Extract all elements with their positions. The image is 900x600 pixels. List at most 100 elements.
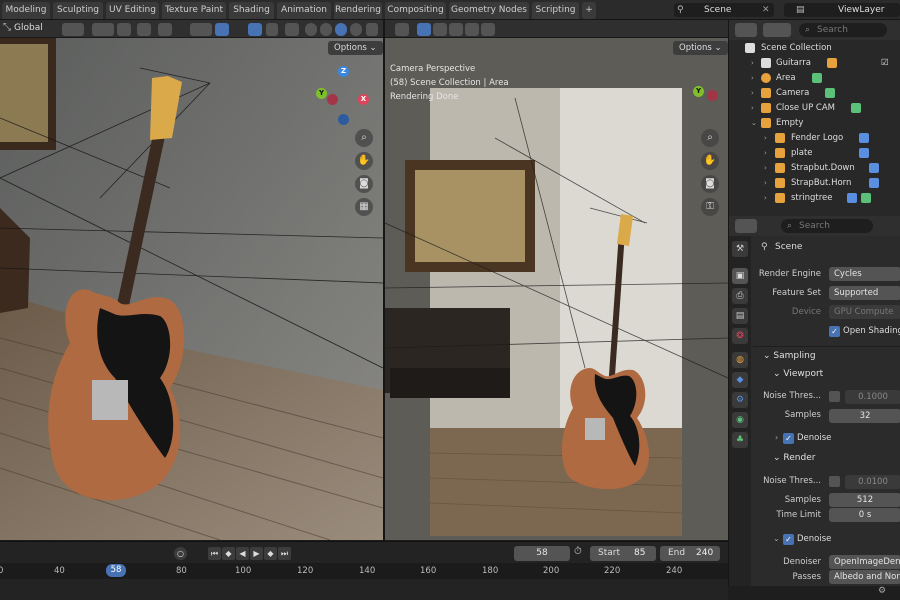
select-new-button[interactable]	[417, 23, 431, 36]
play-button[interactable]: ▶	[250, 547, 263, 560]
feature-set-dropdown[interactable]: Supported	[829, 286, 900, 300]
outliner-row-plate[interactable]: › plate	[729, 146, 900, 161]
snap-toggle[interactable]	[92, 23, 114, 36]
outliner-row-camera[interactable]: › Camera	[729, 86, 900, 101]
auto-keying-button[interactable]: ○	[174, 547, 187, 560]
viewport-samples-field[interactable]: 32	[829, 409, 900, 423]
tab-animation[interactable]: Animation	[277, 2, 331, 19]
render-subpanel-header[interactable]: ⌄ Render	[773, 450, 815, 467]
outliner-row-stringtree[interactable]: › stringtree	[729, 191, 900, 206]
shading-options-dropdown[interactable]	[366, 23, 378, 36]
modifier-tab-icon[interactable]: ⚙	[732, 392, 748, 408]
render-samples-field[interactable]: 512	[829, 493, 900, 507]
passes-dropdown[interactable]: Albedo and Nor...	[829, 570, 900, 584]
data-tab-icon[interactable]: ◉	[732, 412, 748, 428]
orientation-dropdown[interactable]: Global	[14, 20, 58, 37]
render-denoise-checkbox[interactable]: ✓	[783, 534, 794, 545]
outliner-row-area[interactable]: › Area	[729, 71, 900, 86]
output-tab-icon[interactable]: ⎙	[732, 288, 748, 304]
proportional-edit-button[interactable]	[137, 23, 151, 36]
outliner-row-guitarra[interactable]: › Guitarra ☑	[729, 56, 900, 71]
shading-material-button[interactable]	[335, 23, 347, 36]
visibility-button[interactable]	[190, 23, 212, 36]
zoom-icon[interactable]: ⌕	[355, 129, 373, 147]
jump-keyframe-back-button[interactable]: ◆	[222, 547, 235, 560]
view-layer-selector[interactable]: ▤ ViewLayer	[784, 3, 900, 17]
gizmo-neg-x[interactable]	[327, 94, 338, 105]
add-workspace-button[interactable]: +	[582, 2, 596, 19]
playhead-marker[interactable]: 58	[106, 564, 126, 577]
expand-arrow-icon[interactable]: ›	[751, 86, 754, 101]
pan-hand-icon-right[interactable]: ✋	[701, 152, 719, 170]
outliner-row-strapbut-horn[interactable]: › StrapBut.Horn	[729, 176, 900, 191]
expand-arrow-icon[interactable]: ›	[751, 101, 754, 116]
falloff-button[interactable]	[158, 23, 172, 36]
left-3d-viewport[interactable]: Z Y X ⌕ ✋ ◙ ▦	[0, 38, 383, 540]
object-tab-icon[interactable]: ◆	[732, 372, 748, 388]
right-options-dropdown[interactable]: Options ⌄	[673, 41, 728, 55]
world-tab-icon[interactable]: ◍	[732, 352, 748, 368]
render-tab-icon[interactable]: ▣	[732, 268, 748, 284]
end-frame-field[interactable]: End 240	[660, 546, 720, 561]
gizmo-y-axis-right[interactable]: Y	[693, 86, 704, 97]
shading-wireframe-button[interactable]	[305, 23, 317, 36]
display-mode-button[interactable]	[763, 23, 791, 37]
lock-camera-icon[interactable]: ⚿	[701, 198, 719, 216]
overlay-toggle[interactable]	[248, 23, 262, 36]
viewport-subpanel-header[interactable]: ⌄ Viewport	[773, 366, 823, 383]
tab-sculpting[interactable]: Sculpting	[53, 2, 103, 19]
render-noise-threshold-field[interactable]: 0.0100	[845, 475, 900, 489]
tab-shading[interactable]: Shading	[229, 2, 274, 19]
right-camera-viewport[interactable]: Camera Perspective (58) Scene Collection…	[385, 38, 728, 540]
tab-rendering[interactable]: Rendering	[334, 2, 382, 19]
expand-arrow-icon[interactable]: ›	[764, 176, 767, 191]
select-subtract-button[interactable]	[449, 23, 463, 36]
tab-scripting[interactable]: Scripting	[532, 2, 579, 19]
outliner-row-scene-collection[interactable]: Scene Collection	[729, 41, 900, 56]
time-limit-field[interactable]: 0 s	[829, 508, 900, 522]
current-frame-field[interactable]: 58	[514, 546, 570, 561]
scene-selector[interactable]: ⚲ Scene ✕	[674, 3, 774, 17]
collapse-arrow-icon[interactable]: ⌄	[773, 534, 780, 543]
viewport-noise-threshold-checkbox[interactable]	[829, 391, 840, 402]
properties-search-input[interactable]: ⌕ Search	[781, 219, 873, 233]
expand-arrow-icon[interactable]: ›	[764, 146, 767, 161]
sampling-panel-header[interactable]: ⌄ Sampling	[763, 348, 816, 365]
pivot-point-button[interactable]	[62, 23, 84, 36]
gizmo-z-axis[interactable]: Z	[338, 66, 349, 77]
properties-editor-type-button[interactable]	[735, 219, 757, 233]
camera-view-icon-right[interactable]: ◙	[701, 175, 719, 193]
expand-arrow-icon[interactable]: ›	[764, 161, 767, 176]
jump-start-button[interactable]: ⏮	[208, 547, 221, 560]
camera-view-icon[interactable]: ◙	[355, 175, 373, 193]
select-invert-button[interactable]	[465, 23, 479, 36]
jump-keyframe-forward-button[interactable]: ◆	[264, 547, 277, 560]
shading-solid-button[interactable]	[320, 23, 332, 36]
device-dropdown[interactable]: GPU Compute	[829, 305, 900, 319]
scene-tab-icon[interactable]: ❂	[732, 328, 748, 344]
start-frame-field[interactable]: Start 85	[590, 546, 656, 561]
snap-target-button[interactable]	[117, 23, 131, 36]
gizmo-neg-x-right[interactable]	[707, 90, 718, 101]
expand-arrow-icon[interactable]: ›	[751, 56, 754, 71]
select-tool-button[interactable]	[395, 23, 409, 36]
gizmo-y-axis[interactable]: Y	[316, 88, 327, 99]
expand-arrow-icon[interactable]: ›	[764, 191, 767, 206]
gizmo-x-axis[interactable]: X	[358, 94, 369, 105]
pan-hand-icon[interactable]: ✋	[355, 152, 373, 170]
play-reverse-button[interactable]: ◀	[236, 547, 249, 560]
xray-toggle[interactable]	[285, 23, 299, 36]
viewport-denoise-checkbox[interactable]: ✓	[783, 433, 794, 444]
tool-tab-icon[interactable]: ⚒	[732, 241, 748, 257]
open-shading-checkbox[interactable]: ✓	[829, 326, 840, 337]
collapse-arrow-icon[interactable]: ⌄	[751, 116, 757, 131]
render-noise-threshold-checkbox[interactable]	[829, 476, 840, 487]
tab-compositing[interactable]: Compositing	[385, 2, 446, 19]
view-layer-tab-icon[interactable]: ▤	[732, 308, 748, 324]
editor-type-button[interactable]	[735, 23, 757, 37]
include-checkbox[interactable]: ☑	[881, 56, 889, 71]
perspective-toggle-icon[interactable]: ▦	[355, 198, 373, 216]
outliner-search-input[interactable]: ⌕ Search	[799, 23, 887, 37]
select-extend-button[interactable]	[433, 23, 447, 36]
material-tab-icon[interactable]: ♣	[732, 432, 748, 448]
